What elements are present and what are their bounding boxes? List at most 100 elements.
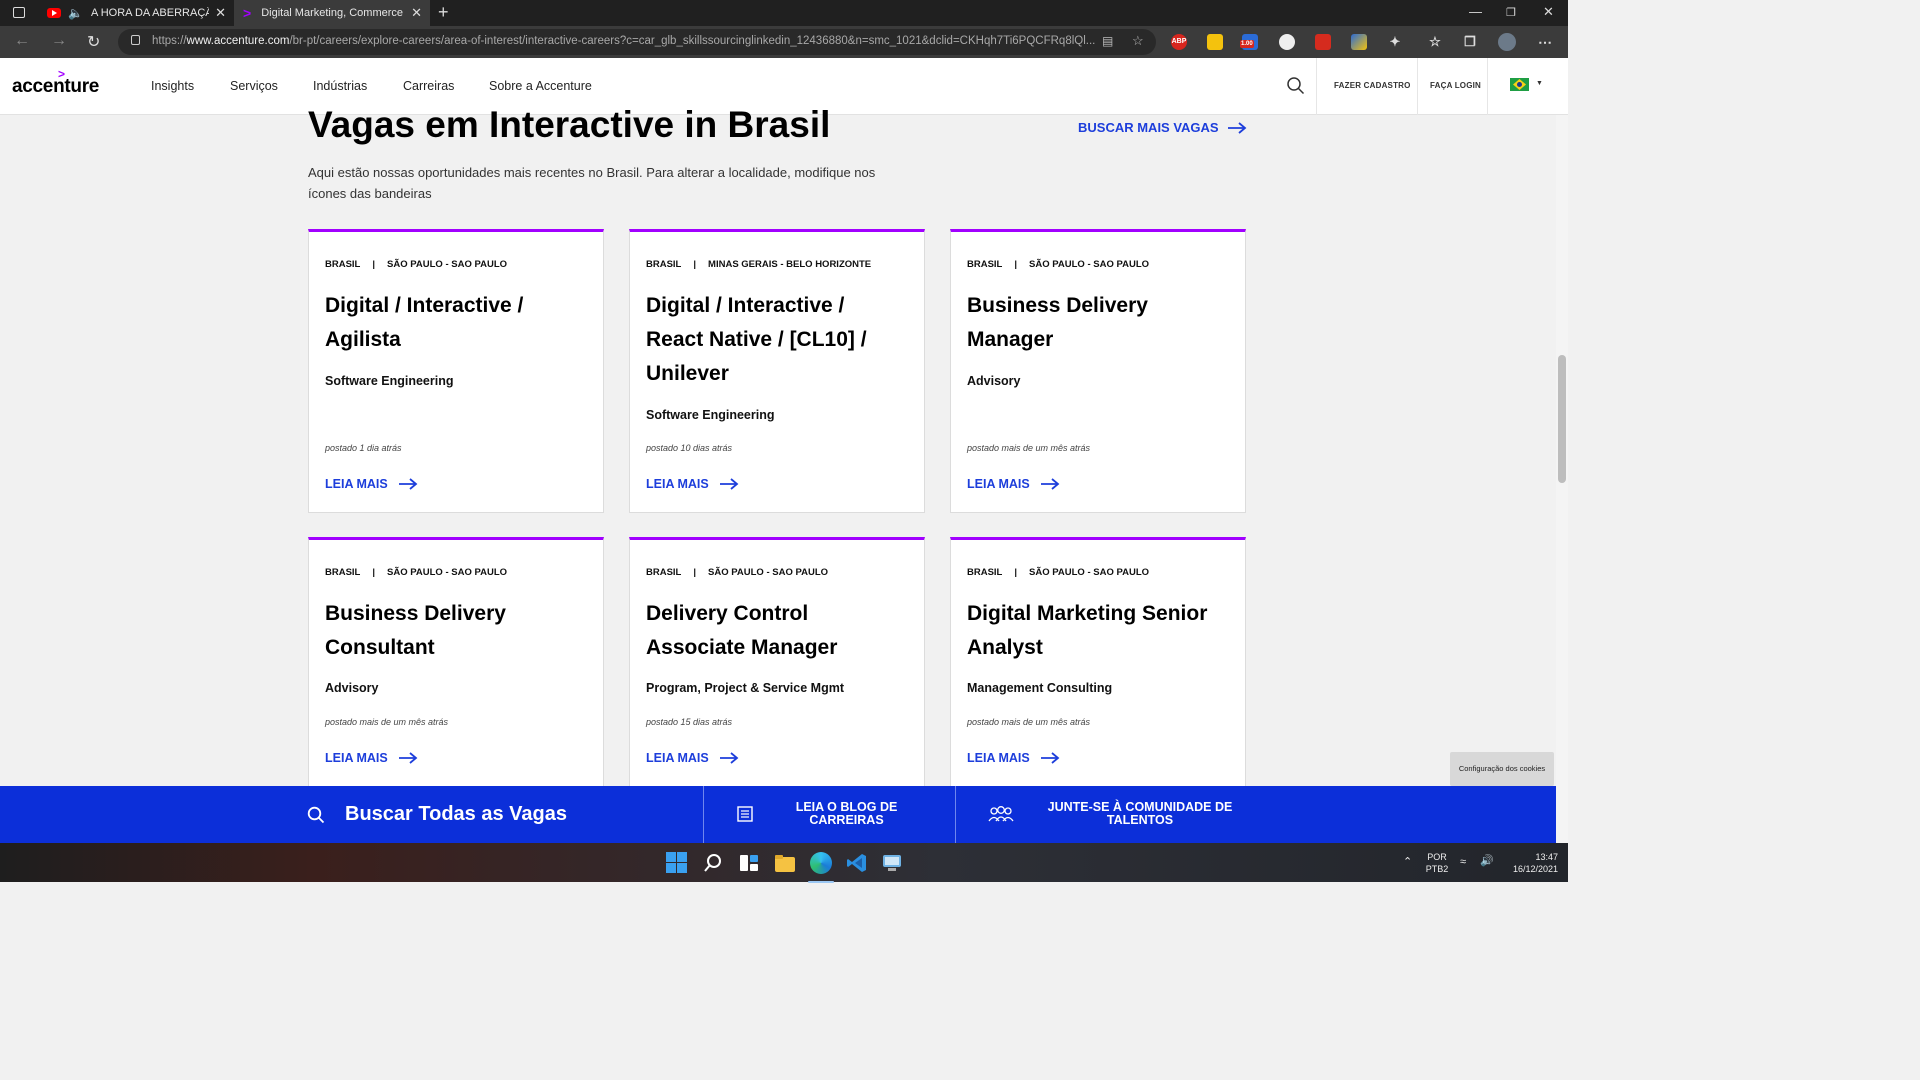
read-more-link[interactable]: LEIA MAIS — [646, 751, 739, 765]
job-category: Software Engineering — [646, 408, 775, 422]
job-category: Advisory — [325, 681, 379, 695]
taskbar-search-icon[interactable] — [702, 852, 724, 874]
chevron-up-icon[interactable]: ⌃ — [1403, 856, 1412, 868]
flag-extension-icon[interactable] — [1315, 34, 1331, 50]
job-card[interactable]: BRASIL | SÃO PAULO - SAO PAULO Business De… — [308, 537, 604, 797]
tab-actions-icon[interactable] — [13, 7, 25, 18]
login-link[interactable]: FAÇA LOGIN — [1430, 81, 1481, 90]
arrow-right-icon — [1040, 752, 1060, 764]
clock[interactable]: 13:47 16/12/2021 — [1502, 851, 1558, 875]
talent-community-label: JUNTE-SE À COMUNIDADE DE TALENTOS — [1047, 800, 1233, 827]
speaker-icon[interactable]: 🔈 — [68, 6, 83, 20]
nav-industrias[interactable]: Indústrias — [313, 79, 367, 93]
rating-extension-icon[interactable]: 1.00 — [1240, 34, 1258, 50]
read-more-link[interactable]: LEIA MAIS — [325, 477, 418, 491]
job-title[interactable]: Business Delivery Consultant — [325, 597, 585, 665]
nav-insights[interactable]: Insights — [151, 79, 194, 93]
back-icon[interactable]: ← — [14, 32, 30, 50]
read-more-link[interactable]: LEIA MAIS — [325, 751, 418, 765]
cookie-settings-button[interactable]: Configuração dos cookies — [1450, 752, 1554, 786]
task-view-icon[interactable] — [738, 852, 760, 874]
youtube-icon — [47, 8, 61, 18]
chevron-down-icon[interactable]: ▼ — [1536, 80, 1543, 87]
sticky-action-bar: Buscar Todas as Vagas LEIA O BLOG DE CAR… — [0, 786, 1556, 843]
notes-extension-icon[interactable] — [1207, 34, 1223, 50]
job-location: BRASIL | MINAS GERAIS - BELO HORIZONTE — [646, 259, 872, 270]
tab-title: Digital Marketing, Commerce, De — [261, 7, 404, 19]
job-posted-date: postado 1 dia atrás — [325, 443, 402, 453]
job-title[interactable]: Digital Marketing Senior Analyst — [967, 597, 1227, 665]
job-location: BRASIL | SÃO PAULO - SAO PAULO — [967, 567, 1150, 578]
arrow-right-icon — [1040, 478, 1060, 490]
refresh-icon[interactable]: ↻ — [87, 32, 100, 52]
circle-extension-icon[interactable] — [1279, 34, 1295, 50]
vscode-icon[interactable] — [846, 852, 868, 874]
job-card[interactable]: BRASIL | SÃO PAULO - SAO PAULO Digital Mar… — [950, 537, 1246, 797]
job-location: BRASIL | SÃO PAULO - SAO PAULO — [325, 567, 508, 578]
tab-youtube[interactable]: 🔈 A HORA DA ABERRAÇÃO? - ✕ — [38, 0, 234, 26]
color-extension-icon[interactable] — [1351, 34, 1367, 50]
talent-community-button[interactable]: JUNTE-SE À COMUNIDADE DE TALENTOS — [956, 786, 1556, 843]
nav-sobre[interactable]: Sobre a Accenture — [489, 79, 592, 93]
job-location: BRASIL | SÃO PAULO - SAO PAULO — [646, 567, 829, 578]
address-bar-row: ← → ↻ https://www.accenture.com/br-pt/ca… — [0, 26, 1568, 58]
restore-icon[interactable]: ❐ — [1506, 6, 1516, 19]
favorite-star-icon[interactable]: ☆ — [1132, 33, 1144, 49]
job-title[interactable]: Digital / Interactive / Agilista — [325, 289, 585, 357]
new-tab-icon[interactable]: + — [438, 2, 449, 23]
job-posted-date: postado mais de um mês atrás — [967, 717, 1091, 727]
windows-start-icon[interactable] — [666, 852, 688, 874]
read-more-link[interactable]: LEIA MAIS — [967, 477, 1060, 491]
job-posted-date: postado mais de um mês atrás — [325, 717, 449, 727]
search-icon[interactable] — [1286, 76, 1305, 95]
job-card[interactable]: BRASIL | SÃO PAULO - SAO PAULO Delivery Co… — [629, 537, 925, 797]
minimize-icon[interactable]: — — [1469, 4, 1482, 19]
signup-link[interactable]: FAZER CADASTRO — [1334, 81, 1411, 90]
remote-desktop-icon[interactable] — [882, 852, 904, 874]
nav-servicos[interactable]: Serviços — [230, 79, 278, 93]
close-tab-icon[interactable]: ✕ — [215, 5, 226, 21]
wifi-icon[interactable]: ≈ — [1460, 856, 1466, 868]
collections-icon[interactable]: ❐ — [1462, 34, 1478, 50]
favorites-list-icon[interactable]: ☆ — [1427, 34, 1443, 50]
job-title[interactable]: Digital / Interactive / React Native / [… — [646, 289, 906, 391]
close-window-icon[interactable]: ✕ — [1543, 4, 1554, 20]
job-location: BRASIL | SÃO PAULO - SAO PAULO — [325, 259, 508, 270]
careers-blog-button[interactable]: LEIA O BLOG DE CARREIRAS — [704, 786, 954, 843]
reader-view-icon[interactable]: ▤ — [1102, 34, 1113, 48]
accenture-logo[interactable]: accenture > — [12, 67, 99, 98]
job-card[interactable]: BRASIL | MINAS GERAIS - BELO HORIZONTE Dig… — [629, 229, 925, 513]
more-jobs-link[interactable]: BUSCAR MAIS VAGAS — [1078, 120, 1247, 135]
url-field[interactable]: https://www.accenture.com/br-pt/careers/… — [118, 29, 1156, 55]
file-explorer-icon[interactable] — [774, 852, 796, 874]
tab-accenture[interactable]: > Digital Marketing, Commerce, De ✕ — [234, 0, 430, 26]
people-group-icon — [988, 806, 1014, 822]
page-title: Vagas em Interactive in Brasil — [308, 104, 831, 145]
job-category: Advisory — [967, 374, 1021, 388]
job-posted-date: postado 15 dias atrás — [646, 717, 733, 727]
accenture-favicon-icon: > — [243, 5, 252, 21]
extensions-puzzle-icon[interactable]: ✦ — [1387, 34, 1403, 50]
language-indicator[interactable]: POR PTB2 — [1424, 851, 1450, 875]
nav-carreiras[interactable]: Carreiras — [403, 79, 454, 93]
job-title[interactable]: Business Delivery Manager — [967, 289, 1227, 357]
arrow-right-icon — [398, 752, 418, 764]
read-more-link[interactable]: LEIA MAIS — [646, 477, 739, 491]
header-divider — [1487, 58, 1488, 115]
edge-browser-icon[interactable] — [808, 852, 834, 883]
job-card[interactable]: BRASIL | SÃO PAULO - SAO PAULO Digital / I… — [308, 229, 604, 513]
forward-icon[interactable]: → — [51, 32, 67, 50]
profile-avatar-icon[interactable] — [1498, 33, 1516, 51]
adblock-extension-icon[interactable]: ABP — [1171, 34, 1187, 50]
search-all-jobs-button[interactable]: Buscar Todas as Vagas — [0, 786, 703, 843]
read-more-link[interactable]: LEIA MAIS — [967, 751, 1060, 765]
job-card[interactable]: BRASIL | SÃO PAULO - SAO PAULO Business De… — [950, 229, 1246, 513]
job-title[interactable]: Delivery Control Associate Manager — [646, 597, 906, 665]
close-tab-icon[interactable]: ✕ — [411, 5, 422, 21]
volume-icon[interactable]: 🔊 — [1480, 855, 1494, 867]
arrow-right-icon — [1227, 121, 1247, 134]
scrollbar-thumb[interactable] — [1558, 355, 1566, 483]
brazil-flag-icon[interactable] — [1510, 78, 1529, 91]
more-menu-icon[interactable]: ⋯ — [1537, 34, 1553, 50]
job-location: BRASIL | SÃO PAULO - SAO PAULO — [967, 259, 1150, 270]
